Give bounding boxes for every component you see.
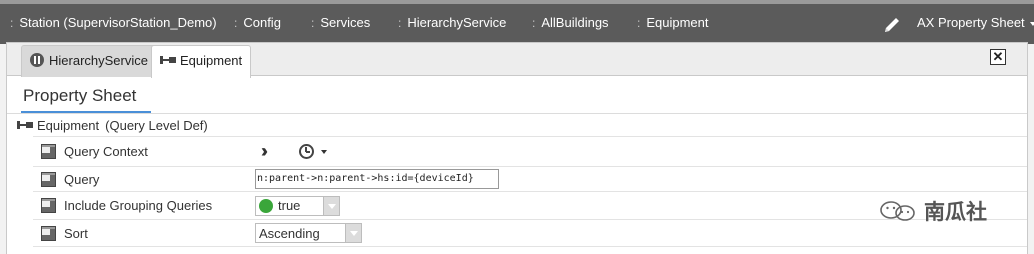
main-panel: HierarchyService Equipment ✕ Property Sh… — [6, 42, 1028, 254]
property-label: Include Grouping Queries — [64, 198, 213, 213]
query-context-controls: ›› — [255, 137, 327, 166]
breadcrumb-equipment[interactable]: : Equipment — [637, 4, 709, 44]
breadcrumb-separator: : — [532, 16, 536, 30]
property-icon — [41, 144, 56, 159]
breadcrumb-label: Station (SupervisorStation_Demo) — [19, 15, 217, 30]
status-dot-icon — [259, 198, 273, 213]
divider — [7, 113, 1027, 114]
tab-strip: HierarchyService Equipment ✕ — [7, 43, 1027, 78]
breadcrumb-allbuildings[interactable]: : AllBuildings — [532, 4, 609, 44]
breadcrumb-services[interactable]: : Services — [311, 4, 370, 44]
equipment-icon — [17, 121, 33, 129]
breadcrumb-label: AllBuildings — [541, 15, 609, 30]
include-grouping-select[interactable]: true — [255, 195, 340, 216]
equipment-icon — [160, 56, 176, 64]
page-title: Property Sheet — [21, 79, 151, 113]
chevron-down-icon — [1029, 21, 1034, 26]
clock-icon[interactable] — [299, 144, 314, 159]
property-icon — [41, 225, 56, 241]
hierarchy-icon — [30, 53, 44, 67]
dropdown-arrow-icon[interactable] — [323, 196, 339, 215]
root-name: Equipment — [37, 118, 100, 133]
property-label: Query Context — [64, 144, 148, 159]
tab-label: Equipment — [180, 53, 243, 68]
wechat-icon — [880, 201, 915, 221]
breadcrumb-separator: : — [311, 16, 315, 30]
property-label: Sort — [64, 225, 88, 241]
breadcrumb-label: Config — [243, 15, 281, 30]
tab-hierarchyservice[interactable]: HierarchyService — [21, 45, 157, 77]
breadcrumb-label: Services — [320, 15, 371, 30]
close-icon[interactable]: ✕ — [990, 49, 1006, 65]
property-row-query-context: Query Context ›› — [33, 136, 1027, 166]
breadcrumb-label: Equipment — [646, 15, 709, 30]
chevron-down-icon[interactable] — [321, 149, 327, 154]
sort-select[interactable]: Ascending — [255, 223, 362, 243]
property-row-query: Query n:parent->n:parent->hs:id={deviceI… — [33, 166, 1027, 191]
top-nav-bar: : Station (SupervisorStation_Demo) : Confi… — [0, 0, 1034, 44]
breadcrumb-separator: : — [398, 16, 402, 30]
tab-label: HierarchyService — [49, 53, 148, 68]
view-selector-label: AX Property Sheet — [917, 15, 1025, 30]
watermark: 南瓜社 — [878, 198, 987, 224]
query-input[interactable]: n:parent->n:parent->hs:id={deviceId} — [255, 169, 499, 189]
property-icon — [41, 171, 56, 187]
dropdown-arrow-icon[interactable] — [345, 224, 361, 242]
breadcrumb-station[interactable]: : Station (SupervisorStation_Demo) — [10, 4, 217, 44]
root-type: (Query Level Def) — [105, 118, 208, 133]
double-chevron-right-icon[interactable]: ›› — [261, 141, 268, 162]
breadcrumb-separator: : — [234, 16, 238, 30]
breadcrumb-separator: : — [10, 16, 14, 30]
select-value: Ascending — [259, 225, 320, 241]
breadcrumb-separator: : — [637, 16, 641, 30]
tree-root-row[interactable]: Equipment (Query Level Def) — [17, 117, 208, 135]
select-value: true — [278, 198, 301, 213]
breadcrumb-config[interactable]: : Config — [234, 4, 281, 44]
tab-equipment[interactable]: Equipment — [151, 45, 252, 78]
property-label: Query — [64, 171, 100, 187]
watermark-text: 南瓜社 — [924, 201, 987, 224]
breadcrumb-hierarchyservice[interactable]: : HierarchyService — [398, 4, 506, 44]
breadcrumb-label: HierarchyService — [407, 15, 507, 30]
view-selector[interactable]: AX Property Sheet — [917, 4, 1034, 44]
property-icon — [41, 198, 56, 213]
pencil-icon[interactable] — [883, 16, 901, 34]
